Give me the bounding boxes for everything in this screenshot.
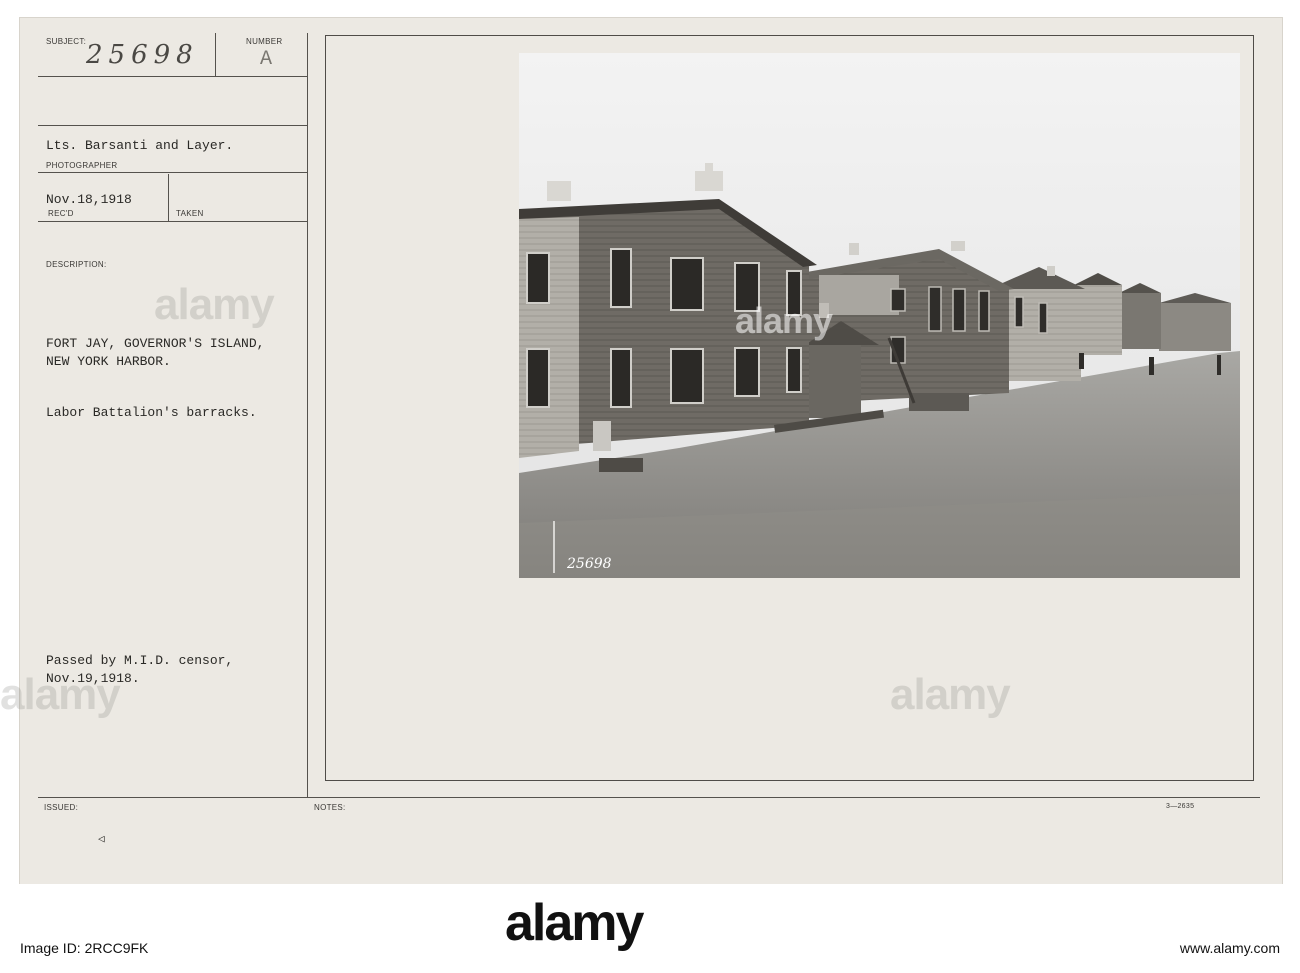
form-number: 3—2635 (1166, 803, 1195, 810)
rule-received (38, 221, 308, 222)
rule-subject-number-divider (215, 33, 216, 76)
subject-label: SUBJECT: (46, 37, 87, 46)
barracks-photograph: 25698 (519, 53, 1240, 578)
watermark-left-top: alamy (154, 280, 275, 329)
image-id: Image ID: 2RCC9FK (20, 940, 149, 956)
barracks-photo-illustration: 25698 (519, 53, 1240, 578)
photographer-label: PHOTOGRAPHER (46, 161, 118, 170)
alamy-logo: alamy (505, 894, 644, 952)
footer-band (0, 884, 1300, 973)
location-line-2: NEW YORK HARBOR. (46, 354, 171, 369)
issued-mark: ◁ (98, 834, 105, 846)
notes-label: NOTES: (314, 803, 346, 812)
watermark-center-bottom: alamy (890, 670, 1011, 719)
number-letter: A (260, 48, 273, 71)
description-label: DESCRIPTION: (46, 260, 107, 269)
rule-photographer (38, 125, 308, 126)
censor-line-1: Passed by M.I.D. censor, (46, 653, 234, 668)
rule-received-divider (168, 174, 169, 221)
rule-photographer-bottom (38, 172, 308, 173)
site-url: www.alamy.com (1179, 940, 1280, 956)
issued-label: ISSUED: (44, 803, 79, 812)
watermark-left-bottom: alamy (0, 670, 121, 719)
subject-number: 25698 (86, 40, 199, 70)
received-label: REC'D (48, 209, 74, 218)
column-divider (307, 33, 308, 798)
watermark-photo: alamy (735, 300, 833, 341)
received-date: Nov.18,1918 (46, 192, 132, 207)
rule-subject (38, 76, 308, 77)
photographer-name: Lts. Barsanti and Layer. (46, 138, 234, 153)
taken-label: TAKEN (176, 209, 204, 218)
photo-negative-number: 25698 (566, 556, 612, 572)
caption: Labor Battalion's barracks. (46, 405, 257, 420)
location-line-1: FORT JAY, GOVERNOR'S ISLAND, (46, 336, 265, 351)
rule-bottom (38, 797, 1260, 798)
number-label: NUMBER (246, 37, 283, 46)
